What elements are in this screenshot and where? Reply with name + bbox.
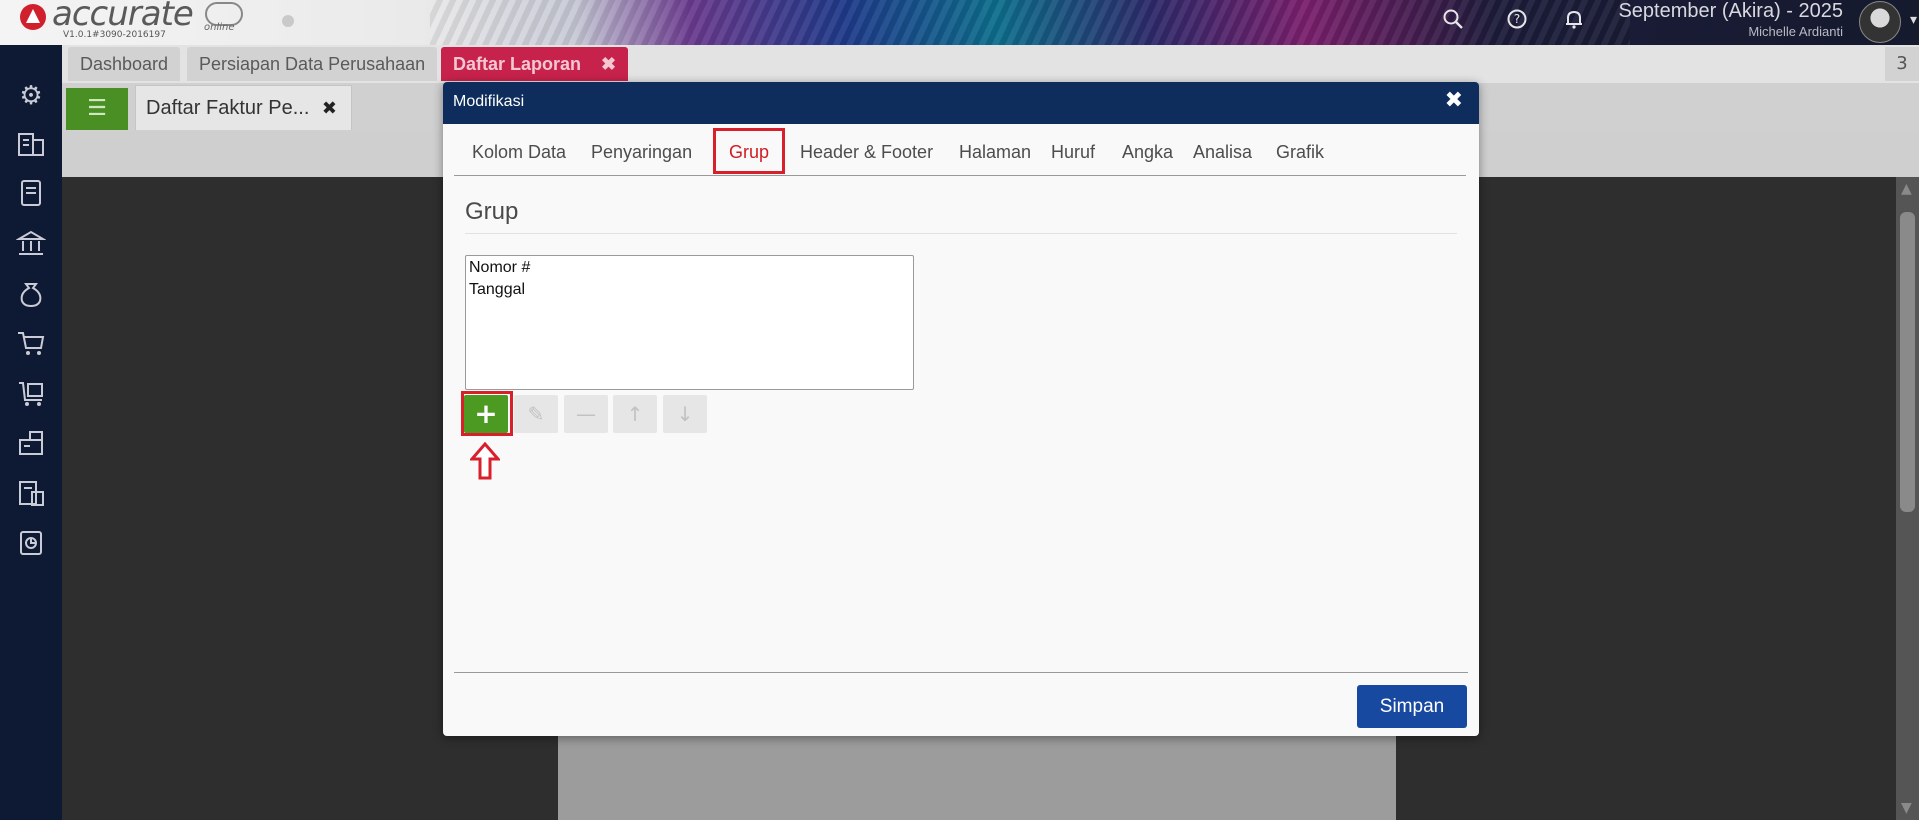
scroll-up-icon[interactable]: ▲	[1901, 181, 1912, 197]
move-down-button[interactable]: ↓	[663, 395, 707, 433]
company-icon[interactable]	[13, 128, 49, 164]
scroll-down-icon[interactable]: ▼	[1901, 800, 1912, 816]
chevron-down-icon[interactable]: ▾	[1910, 12, 1917, 28]
svg-text:?: ?	[1514, 12, 1520, 26]
tab-label: Dashboard	[80, 54, 169, 74]
purchase-icon[interactable]	[13, 378, 49, 414]
company-period[interactable]: September (Akira) - 2025	[1618, 0, 1843, 23]
search-icon[interactable]	[1441, 8, 1465, 32]
warehouse-icon[interactable]	[13, 428, 49, 464]
avatar[interactable]	[1859, 1, 1901, 43]
help-icon[interactable]: ?	[1505, 8, 1529, 32]
minus-icon: —	[576, 402, 596, 426]
tab-halaman[interactable]: Halaman	[959, 137, 1031, 167]
logo-text[interactable]: accurate	[52, 0, 194, 34]
tab-label: Persiapan Data Perusahaan	[199, 54, 426, 74]
tab-kolom-data[interactable]: Kolom Data	[472, 137, 566, 167]
bank-icon[interactable]	[13, 228, 49, 264]
group-listbox[interactable]: Nomor # Tanggal	[465, 255, 914, 390]
close-icon[interactable]: ✖	[1445, 88, 1463, 113]
remove-button[interactable]: —	[564, 395, 608, 433]
arrow-down-icon: ↓	[676, 402, 694, 426]
edit-button[interactable]: ✎	[514, 395, 558, 433]
section-divider	[465, 233, 1457, 234]
tab-persiapan-data[interactable]: Persiapan Data Perusahaan	[187, 47, 438, 81]
gear-icon[interactable]: ⚙	[13, 78, 49, 114]
arrow-up-icon: ↑	[626, 402, 644, 426]
add-button-highlight	[461, 391, 513, 436]
tab-huruf[interactable]: Huruf	[1051, 137, 1095, 167]
tab-penyaringan[interactable]: Penyaringan	[591, 137, 692, 167]
doc-tab-label: Daftar Faktur Pe...	[146, 97, 310, 119]
sidebar: ⚙	[0, 45, 62, 820]
version-label: V1.0.1#3090-2016197	[63, 30, 166, 40]
tax-icon[interactable]	[13, 478, 49, 514]
tab-header-footer[interactable]: Header & Footer	[800, 137, 933, 167]
logo-subtitle: online	[204, 22, 235, 33]
dialog-tabs: Kolom Data Penyaringan Grup Header & Foo…	[454, 124, 1466, 176]
pointer-arrow-icon	[470, 442, 500, 480]
user-name[interactable]: Michelle Ardianti	[1748, 24, 1843, 39]
pencil-icon: ✎	[527, 402, 545, 426]
report-icon[interactable]	[13, 528, 49, 564]
list-menu-icon[interactable]: ☰	[66, 88, 128, 130]
tab-dashboard[interactable]: Dashboard	[68, 47, 181, 81]
tab-label: Daftar Laporan	[453, 54, 582, 74]
tab-analisa[interactable]: Analisa	[1193, 137, 1252, 167]
cart-icon[interactable]	[13, 328, 49, 364]
accurate-logo-icon[interactable]	[20, 4, 46, 30]
close-icon[interactable]: ✖	[322, 86, 337, 131]
dialog-header: Modifikasi ✖	[443, 82, 1479, 124]
scroll-thumb[interactable]	[1900, 212, 1915, 512]
dialog-title: Modifikasi	[453, 93, 525, 110]
tab-grafik[interactable]: Grafik	[1276, 137, 1324, 167]
top-header: accurate online V1.0.1#3090-2016197 ? Se…	[0, 0, 1919, 45]
doc-tab[interactable]: Daftar Faktur Pe... ✖	[135, 85, 352, 130]
money-bag-icon[interactable]	[13, 278, 49, 314]
list-item[interactable]: Tanggal	[466, 279, 913, 301]
ledger-icon[interactable]	[13, 178, 49, 214]
tabs-bar: Dashboard Persiapan Data Perusahaan Daft…	[62, 45, 1919, 85]
bell-icon[interactable]	[1562, 8, 1586, 32]
save-button[interactable]: Simpan	[1357, 685, 1467, 728]
vertical-scrollbar[interactable]: ▲ ▼	[1896, 177, 1919, 820]
section-title: Grup	[465, 198, 519, 225]
status-dot-icon	[282, 15, 294, 27]
active-tab-highlight	[713, 128, 785, 174]
modifikasi-dialog: Modifikasi ✖ Kolom Data Penyaringan Grup…	[443, 82, 1479, 736]
move-up-button[interactable]: ↑	[613, 395, 657, 433]
tab-count[interactable]: 3	[1885, 47, 1919, 81]
tab-angka[interactable]: Angka	[1122, 137, 1173, 167]
footer-divider	[454, 672, 1468, 673]
close-icon[interactable]: ✖	[601, 54, 616, 74]
list-item[interactable]: Nomor #	[466, 256, 913, 279]
tab-daftar-laporan[interactable]: Daftar Laporan ✖	[441, 47, 629, 81]
